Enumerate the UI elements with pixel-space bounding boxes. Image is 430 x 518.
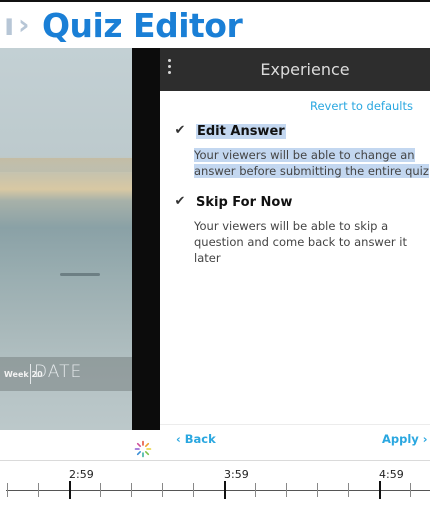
video-horizon [0, 158, 140, 172]
skip-for-now-checkbox[interactable]: ✔ [174, 195, 186, 208]
loading-spinner-icon [134, 440, 152, 458]
timeline-major-tick [379, 481, 381, 499]
edit-answer-description: Your viewers will be able to change an a… [194, 147, 429, 179]
timeline-minor-tick [317, 483, 318, 497]
video-detail [60, 273, 100, 276]
video-preview[interactable]: Week 20 DATE [0, 48, 140, 430]
timeline-label: 3:59 [224, 468, 249, 481]
timeline-label: 2:59 [69, 468, 94, 481]
timeline-minor-tick [193, 483, 194, 497]
skip-for-now-label[interactable]: Skip For Now [196, 195, 292, 210]
breadcrumb-parent[interactable]: ı [4, 10, 14, 42]
page-title: Quiz Editor [42, 6, 243, 45]
video-caption-divider [30, 364, 31, 384]
breadcrumb-separator-icon: › [18, 8, 30, 41]
timeline-minor-tick [348, 483, 349, 497]
apply-button[interactable]: Apply › [382, 432, 428, 446]
panel-title: Experience [260, 60, 350, 79]
timeline-major-tick [224, 481, 226, 499]
edit-answer-description-text: Your viewers will be able to change an a… [194, 148, 429, 178]
revert-defaults-link[interactable]: Revert to defaults [310, 99, 413, 113]
back-button[interactable]: ‹ Back [176, 432, 216, 446]
video-panel-gap [132, 48, 160, 430]
timeline-minor-tick [38, 483, 39, 497]
timeline-minor-tick [162, 483, 163, 497]
edit-answer-label[interactable]: Edit Answer [196, 124, 286, 139]
timeline-minor-tick [410, 483, 411, 497]
timeline-minor-tick [7, 483, 8, 497]
edit-answer-checkbox[interactable]: ✔ [174, 124, 186, 137]
timeline-label: 4:59 [379, 468, 404, 481]
timeline-minor-tick [131, 483, 132, 497]
timeline-minor-tick [100, 483, 101, 497]
timeline-major-tick [69, 481, 71, 499]
timeline-minor-tick [255, 483, 256, 497]
skip-for-now-description: Your viewers will be able to skip a ques… [194, 219, 408, 265]
timeline[interactable] [0, 460, 430, 518]
kebab-menu-icon[interactable] [168, 59, 171, 77]
timeline-minor-tick [286, 483, 287, 497]
video-caption-date: DATE [34, 362, 83, 382]
